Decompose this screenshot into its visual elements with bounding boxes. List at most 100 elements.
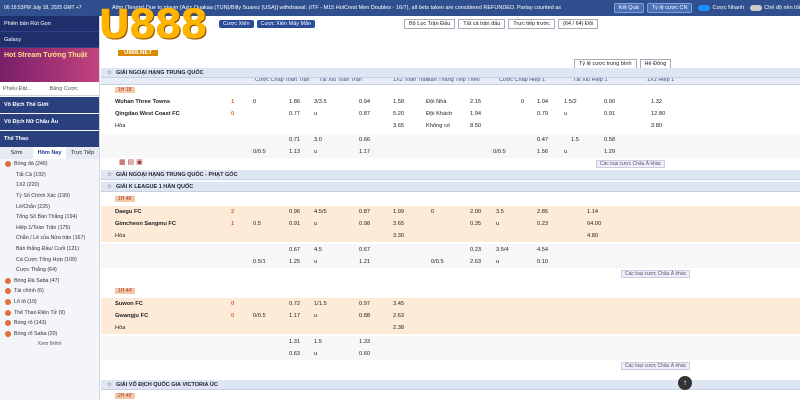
quick-bet-toggle[interactable]: Cược Nhanh (698, 5, 744, 11)
sidebar-item[interactable]: Cược Thắng (64) (0, 265, 99, 276)
odds-type-select[interactable]: Tỷ lệ cược CN (646, 3, 693, 13)
galaxy-link[interactable]: Galaxy (0, 32, 99, 48)
odds-cell[interactable]: 0.77 (289, 111, 300, 117)
sidebar-item[interactable]: Thể Thao Điện Tử (9) (0, 307, 99, 318)
show-more-link[interactable]: Xem thêm (0, 341, 99, 347)
match-filter-select[interactable]: Bộ Lọc Trận Đấu (404, 19, 456, 29)
results-button[interactable]: Kết Quả (613, 3, 644, 13)
tab-live[interactable]: Trực Tiếp (66, 147, 99, 159)
sidebar-item[interactable]: Bóng đá (246) (0, 159, 99, 170)
odds-cell[interactable]: 1.56 (537, 149, 548, 155)
tab-today[interactable]: Hôm Nay (33, 147, 66, 159)
odds-cell[interactable]: 1.94 (470, 111, 481, 117)
league-header[interactable]: ☆ GIẢI NGOẠI HẠNG TRUNG QUỐC (101, 68, 800, 78)
odds-cell[interactable]: 0.97 (359, 301, 370, 307)
odds-cell[interactable]: 0.96 (289, 209, 300, 215)
odds-cell[interactable]: 8.50 (470, 123, 481, 129)
odds-cell[interactable]: 0 (521, 99, 524, 105)
league-header[interactable]: ☆ GIẢI VÔ ĐỊCH QUỐC GIA VICTORIA ÚC (101, 380, 800, 390)
odds-cell[interactable]: 1.99 (393, 209, 404, 215)
odds-cell[interactable]: 2.00 (470, 209, 481, 215)
odds-cell[interactable]: 64.00 (587, 221, 601, 227)
scroll-top-icon[interactable]: ↑ (678, 376, 692, 390)
odds-cell[interactable]: 4.80 (587, 233, 598, 239)
odds-cell[interactable]: 0.58 (604, 137, 615, 143)
sidebar-item[interactable]: Bàn thắng Đầu/ Cuối (121) (0, 244, 99, 255)
odds-cell[interactable]: 1.31 (289, 339, 300, 345)
odds-cell[interactable]: 0.91 (289, 221, 300, 227)
odds-cell[interactable]: 3.65 (393, 221, 404, 227)
sports-section[interactable]: Thể Thao (0, 131, 99, 147)
odds-cell[interactable]: 0 (253, 99, 256, 105)
odds-cell[interactable]: 1.13 (289, 149, 300, 155)
odds-cell[interactable]: 0.67 (359, 247, 370, 253)
parlay-button[interactable]: Cược Xiên (219, 20, 254, 28)
odds-cell[interactable]: 1.29 (604, 149, 615, 155)
sidebar-item[interactable]: Chẵn / Lẻ của Nửa trận (167) (0, 233, 99, 244)
bet-slip-tab[interactable]: Phiếu Đặt... (3, 86, 50, 92)
odds-cell[interactable]: 1.5/2 (564, 99, 577, 105)
odds-cell[interactable]: 1.17 (359, 149, 370, 155)
odds-cell[interactable]: 1.04 (537, 99, 548, 105)
sidebar-item[interactable]: Bóng rổ (143) (0, 318, 99, 329)
odds-cell[interactable]: 0.23 (537, 221, 548, 227)
sidebar-item[interactable]: Bóng rổ Saba (20) (0, 329, 99, 340)
odds-cell[interactable]: 1.33 (359, 339, 370, 345)
odds-cell[interactable]: 4.54 (537, 247, 548, 253)
odds-cell[interactable]: 0.10 (537, 259, 548, 265)
odds-cell[interactable]: 2.85 (537, 209, 548, 215)
more-bets-button[interactable]: Các loại cược Châu Á khác (621, 362, 691, 370)
odds-cell[interactable]: 2.63 (470, 259, 481, 265)
sidebar-item[interactable]: 1X2 (220) (0, 180, 99, 191)
world-cup-section[interactable]: Vô Địch Thế Giới (0, 97, 99, 113)
odds-cell[interactable]: 1.58 (393, 99, 404, 105)
odds-cell[interactable]: 1.25 (289, 259, 300, 265)
sidebar-item[interactable]: Lô tô (10) (0, 297, 99, 308)
odds-cell[interactable]: 0.90 (604, 99, 615, 105)
compact-version-link[interactable]: Phiên bản Rút Gọn (0, 16, 99, 32)
odds-cell[interactable]: 0.60 (359, 351, 370, 357)
odds-cell[interactable]: 3.30 (393, 233, 404, 239)
odds-cell[interactable]: 0.79 (537, 111, 548, 117)
odds-cell[interactable]: 0.23 (470, 247, 481, 253)
odds-cell[interactable]: 12.80 (651, 111, 665, 117)
tab-early[interactable]: Sớm (0, 147, 33, 159)
sidebar-item[interactable]: Hiệp 1/Toàn Trận (175) (0, 223, 99, 234)
odds-cell[interactable]: 0.72 (289, 301, 300, 307)
odds-cell[interactable]: 0.67 (289, 247, 300, 253)
sidebar-item[interactable]: Tài chính (6) (0, 286, 99, 297)
odds-cell[interactable]: 3/3.5 (314, 99, 327, 105)
odds-cell[interactable]: 0.47 (537, 137, 548, 143)
star-icon[interactable]: ☆ (107, 382, 112, 388)
odds-cell[interactable]: 0.35 (470, 221, 481, 227)
odds-cell[interactable]: 1.17 (289, 313, 300, 319)
bet-list-tab[interactable]: Bảng Cược (50, 86, 97, 92)
sidebar-item[interactable]: Cá Cược Tổng Hợp (109) (0, 254, 99, 265)
more-bets-button[interactable]: Các loại cược Châu Á khác (621, 270, 691, 278)
league-header[interactable]: ☆ GIẢI NGOẠI HẠNG TRUNG QUỐC - PHẠT GÓC (101, 170, 800, 180)
odds-cell[interactable]: 2.63 (393, 313, 404, 319)
all-matches-select[interactable]: Tất cả trận đấu (458, 19, 506, 29)
odds-cell[interactable]: 5.20 (393, 111, 404, 117)
sidebar-item[interactable]: Lẻ/Chẵn (225) (0, 201, 99, 212)
more-bets-button[interactable]: Các loại cược Châu Á khác (596, 160, 666, 168)
odds-cell[interactable]: 0.71 (289, 137, 300, 143)
star-icon[interactable]: ☆ (107, 70, 112, 76)
odds-cell[interactable]: 0.98 (359, 221, 370, 227)
lucky-parlay-button[interactable]: Cược Xiên Mấy Mắn (256, 20, 316, 28)
odds-cell[interactable]: 0.63 (289, 351, 300, 357)
odds-cell[interactable]: 1.21 (359, 259, 370, 265)
odds-cell[interactable]: 0.87 (359, 111, 370, 117)
pre-live-select[interactable]: Trực tiếp trước (508, 19, 556, 29)
sidebar-item[interactable]: Tỷ Số Chính Xác (199) (0, 191, 99, 202)
women-euro-section[interactable]: Vô Địch Nữ Châu Âu (0, 114, 99, 130)
odds-cell[interactable]: 3.80 (651, 123, 662, 129)
odds-cell[interactable]: 1.14 (587, 209, 598, 215)
star-icon[interactable]: ☆ (107, 172, 112, 178)
dark-mode-toggle[interactable]: Chế độ nền tối (750, 5, 800, 11)
odds-cell[interactable]: 0.87 (359, 209, 370, 215)
sidebar-item[interactable]: Tất Cả (192) (0, 170, 99, 181)
sidebar-item[interactable]: Bóng Đá Saba (47) (0, 276, 99, 287)
odds-cell[interactable]: 3.45 (393, 301, 404, 307)
odds-cell[interactable]: 1.32 (651, 99, 662, 105)
